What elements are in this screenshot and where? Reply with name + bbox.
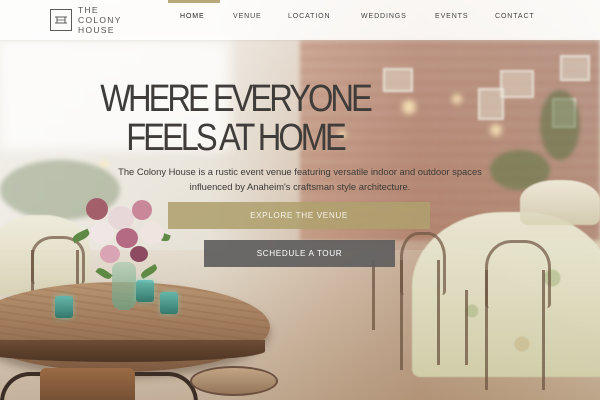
nav-item-location[interactable]: LOCATION [288, 13, 330, 20]
hero-title-line-2: FEELS AT HOME [126, 117, 347, 159]
explore-venue-button[interactable]: EXPLORE THE VENUE [168, 202, 430, 229]
nav-item-venue[interactable]: VENUE [233, 13, 262, 20]
hero-title-line-1: WHERE EVERYONE [100, 78, 373, 120]
main-nav: HOME VENUE LOCATION WEDDINGS EVENTS CONT… [0, 0, 600, 40]
nav-item-weddings[interactable]: WEDDINGS [361, 13, 407, 20]
hero-subtitle: The Colony House is a rustic event venue… [118, 166, 482, 192]
site-header: THE COLONY HOUSE HOME VENUE LOCATION WED… [0, 0, 600, 40]
schedule-tour-button[interactable]: SCHEDULE A TOUR [204, 240, 395, 267]
nav-item-events[interactable]: EVENTS [435, 13, 468, 20]
nav-item-contact[interactable]: CONTACT [495, 13, 535, 20]
nav-item-home[interactable]: HOME [180, 13, 205, 20]
hero-background-image [0, 0, 600, 400]
